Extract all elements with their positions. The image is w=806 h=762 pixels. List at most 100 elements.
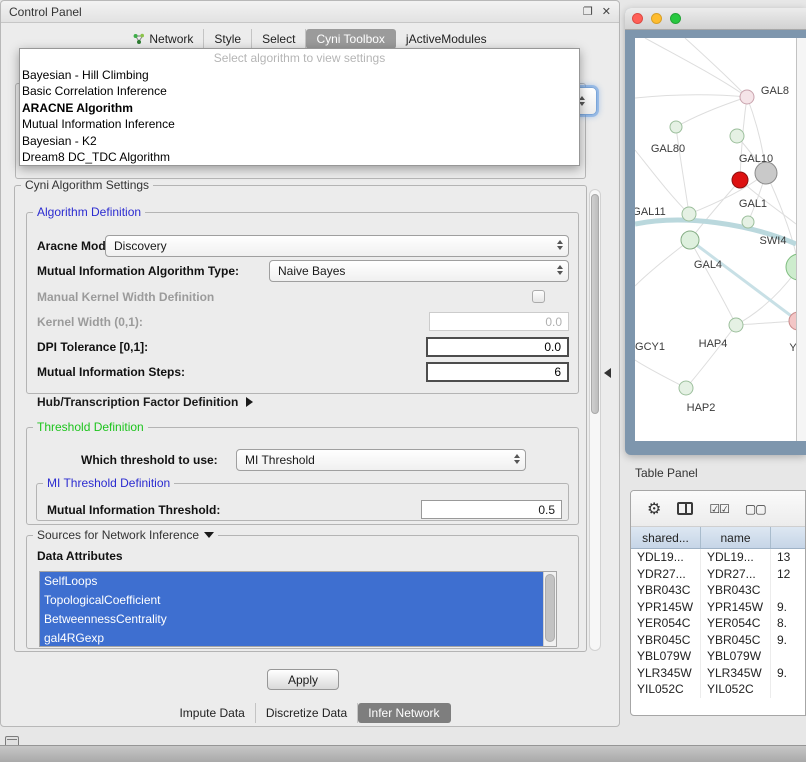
tab-cyni-toolbox[interactable]: Cyni Toolbox bbox=[306, 29, 395, 49]
cell: YPR145W bbox=[701, 599, 771, 616]
network-node[interactable] bbox=[682, 207, 696, 221]
node-label: GAL80 bbox=[651, 143, 685, 155]
network-node[interactable] bbox=[670, 121, 682, 133]
settings-scrollbar[interactable] bbox=[589, 189, 601, 651]
columns-icon[interactable] bbox=[677, 502, 693, 515]
mi-algorithm-type-value: Naive Bayes bbox=[278, 264, 345, 278]
dropdown-item-basic-correlation-inference[interactable]: Basic Correlation Inference bbox=[20, 83, 579, 99]
manual-kernel-width-label: Manual Kernel Width Definition bbox=[37, 290, 214, 304]
tab-impute-data[interactable]: Impute Data bbox=[169, 703, 255, 723]
table-row[interactable]: YBR043CYBR043C bbox=[631, 582, 805, 599]
node-label: GAL11 bbox=[635, 206, 666, 218]
attribute-list-scrollbar[interactable] bbox=[543, 572, 556, 646]
cell bbox=[771, 648, 805, 665]
which-threshold-value: MI Threshold bbox=[245, 453, 315, 467]
cell: 8. bbox=[771, 615, 805, 632]
network-node[interactable] bbox=[732, 172, 748, 188]
gear-icon[interactable]: ⚙ bbox=[647, 499, 661, 519]
dropdown-item-bayesian-k2[interactable]: Bayesian - K2 bbox=[20, 133, 579, 149]
column-header-name[interactable]: name bbox=[701, 527, 771, 548]
tab-cyni-toolbox-label: Cyni Toolbox bbox=[316, 32, 384, 46]
dpi-tolerance-field[interactable]: 0.0 bbox=[426, 337, 569, 357]
cell: 9. bbox=[771, 632, 805, 649]
table-row[interactable]: YBR045CYBR045C9. bbox=[631, 632, 805, 649]
scrollbar-thumb[interactable] bbox=[545, 574, 555, 642]
column-header-shared[interactable]: shared... bbox=[631, 527, 701, 548]
dropdown-placeholder: Select algorithm to view settings bbox=[20, 50, 579, 67]
table-row[interactable]: YDL19...YDL19...13 bbox=[631, 549, 805, 566]
cell: 9. bbox=[771, 665, 805, 682]
table-row[interactable]: YDR27...YDR27...12 bbox=[631, 566, 805, 583]
table-row[interactable]: YBL079WYBL079W bbox=[631, 648, 805, 665]
minimize-button[interactable] bbox=[651, 13, 662, 24]
node-label: SWI4 bbox=[760, 235, 787, 247]
cell: YDL19... bbox=[701, 549, 771, 566]
manual-kernel-width-checkbox[interactable] bbox=[532, 290, 545, 303]
dropdown-item-mutual-information-inference[interactable]: Mutual Information Inference bbox=[20, 116, 579, 132]
network-node[interactable] bbox=[729, 318, 743, 332]
tab-network[interactable]: Network bbox=[123, 29, 204, 49]
network-edge bbox=[676, 127, 689, 214]
tab-style[interactable]: Style bbox=[204, 29, 252, 49]
table-row[interactable]: YLR345WYLR345W9. bbox=[631, 665, 805, 682]
network-edge bbox=[676, 97, 747, 127]
select-all-icon[interactable]: ☑☑ bbox=[709, 502, 729, 516]
apply-button[interactable]: Apply bbox=[267, 669, 339, 690]
panel-collapse-arrow[interactable] bbox=[604, 368, 611, 378]
column-header-col2[interactable] bbox=[771, 527, 805, 548]
dropdown-item-dream8-dc-tdc-algorithm[interactable]: Dream8 DC_TDC Algorithm bbox=[20, 149, 579, 165]
aracne-mode-select[interactable]: Discovery bbox=[105, 235, 569, 257]
network-node[interactable] bbox=[679, 381, 693, 395]
network-node[interactable] bbox=[740, 90, 754, 104]
deselect-all-icon[interactable]: ▢▢ bbox=[745, 502, 766, 516]
network-edge bbox=[690, 240, 736, 325]
dropdown-item-bayesian-hill-climbing[interactable]: Bayesian - Hill Climbing bbox=[20, 67, 579, 83]
network-node[interactable] bbox=[730, 129, 744, 143]
network-node[interactable] bbox=[755, 162, 777, 184]
node-label: GCY1 bbox=[635, 341, 665, 353]
tab-discretize-data[interactable]: Discretize Data bbox=[256, 703, 358, 723]
cell: YPR145W bbox=[631, 599, 701, 616]
data-attributes-list[interactable]: SelfLoopsTopologicalCoefficientBetweenne… bbox=[39, 571, 557, 647]
network-scrollbar[interactable] bbox=[796, 38, 806, 441]
kernel-width-field[interactable]: 0.0 bbox=[429, 312, 569, 331]
network-node[interactable] bbox=[786, 254, 796, 280]
tab-infer-network-label: Infer Network bbox=[368, 706, 439, 720]
network-node[interactable] bbox=[742, 216, 754, 228]
algorithm-definition-title: Algorithm Definition bbox=[33, 205, 145, 219]
close-button[interactable] bbox=[632, 13, 643, 24]
tab-style-label: Style bbox=[214, 32, 241, 46]
close-icon[interactable]: ✕ bbox=[602, 5, 611, 18]
data-attributes-label: Data Attributes bbox=[37, 549, 123, 563]
attribute-item-topologicalcoefficient[interactable]: TopologicalCoefficient bbox=[40, 591, 556, 610]
desktop: Control Panel ❐ ✕ NetworkStyleSelectCyni… bbox=[0, 0, 806, 762]
which-threshold-select[interactable]: MI Threshold bbox=[236, 449, 526, 471]
hub-transcription-section[interactable]: Hub/Transcription Factor Definition bbox=[37, 395, 253, 409]
tab-infer-network[interactable]: Infer Network bbox=[358, 703, 450, 723]
attribute-item-selfloops[interactable]: SelfLoops bbox=[40, 572, 556, 591]
dpi-tolerance-label: DPI Tolerance [0,1]: bbox=[37, 340, 148, 354]
table-header: shared...name bbox=[631, 527, 805, 549]
dropdown-item-aracne-algorithm[interactable]: ARACNE Algorithm bbox=[20, 100, 579, 116]
table-row[interactable]: YPR145WYPR145W9. bbox=[631, 599, 805, 616]
attribute-item-gal4rgexp[interactable]: gal4RGexp bbox=[40, 629, 556, 647]
zoom-button[interactable] bbox=[670, 13, 681, 24]
tab-select[interactable]: Select bbox=[252, 29, 306, 49]
network-edge bbox=[635, 95, 747, 98]
mi-threshold-field[interactable]: 0.5 bbox=[421, 500, 562, 519]
float-window-icon[interactable]: ❐ bbox=[583, 5, 593, 18]
network-canvas[interactable]: GAL8GAL80GAL10GAL11GAL1SWI4GAL4GCY1HAP4Y… bbox=[635, 38, 796, 441]
attribute-item-betweennesscentrality[interactable]: BetweennessCentrality bbox=[40, 610, 556, 629]
network-window-titlebar bbox=[625, 8, 806, 30]
cell: YIL052C bbox=[631, 681, 701, 698]
cell: YBR045C bbox=[631, 632, 701, 649]
mi-algorithm-type-select[interactable]: Naive Bayes bbox=[269, 260, 569, 282]
table-row[interactable]: YIL052CYIL052C bbox=[631, 681, 805, 698]
table-row[interactable]: YER054CYER054C8. bbox=[631, 615, 805, 632]
mi-steps-field[interactable]: 6 bbox=[426, 362, 569, 382]
sources-title: Sources for Network Inference bbox=[37, 528, 199, 542]
network-node[interactable] bbox=[681, 231, 699, 249]
sources-section[interactable]: Sources for Network Inference bbox=[33, 528, 218, 542]
scrollbar-thumb[interactable] bbox=[591, 194, 599, 414]
tab-jactivemodules[interactable]: jActiveModules bbox=[396, 29, 497, 49]
